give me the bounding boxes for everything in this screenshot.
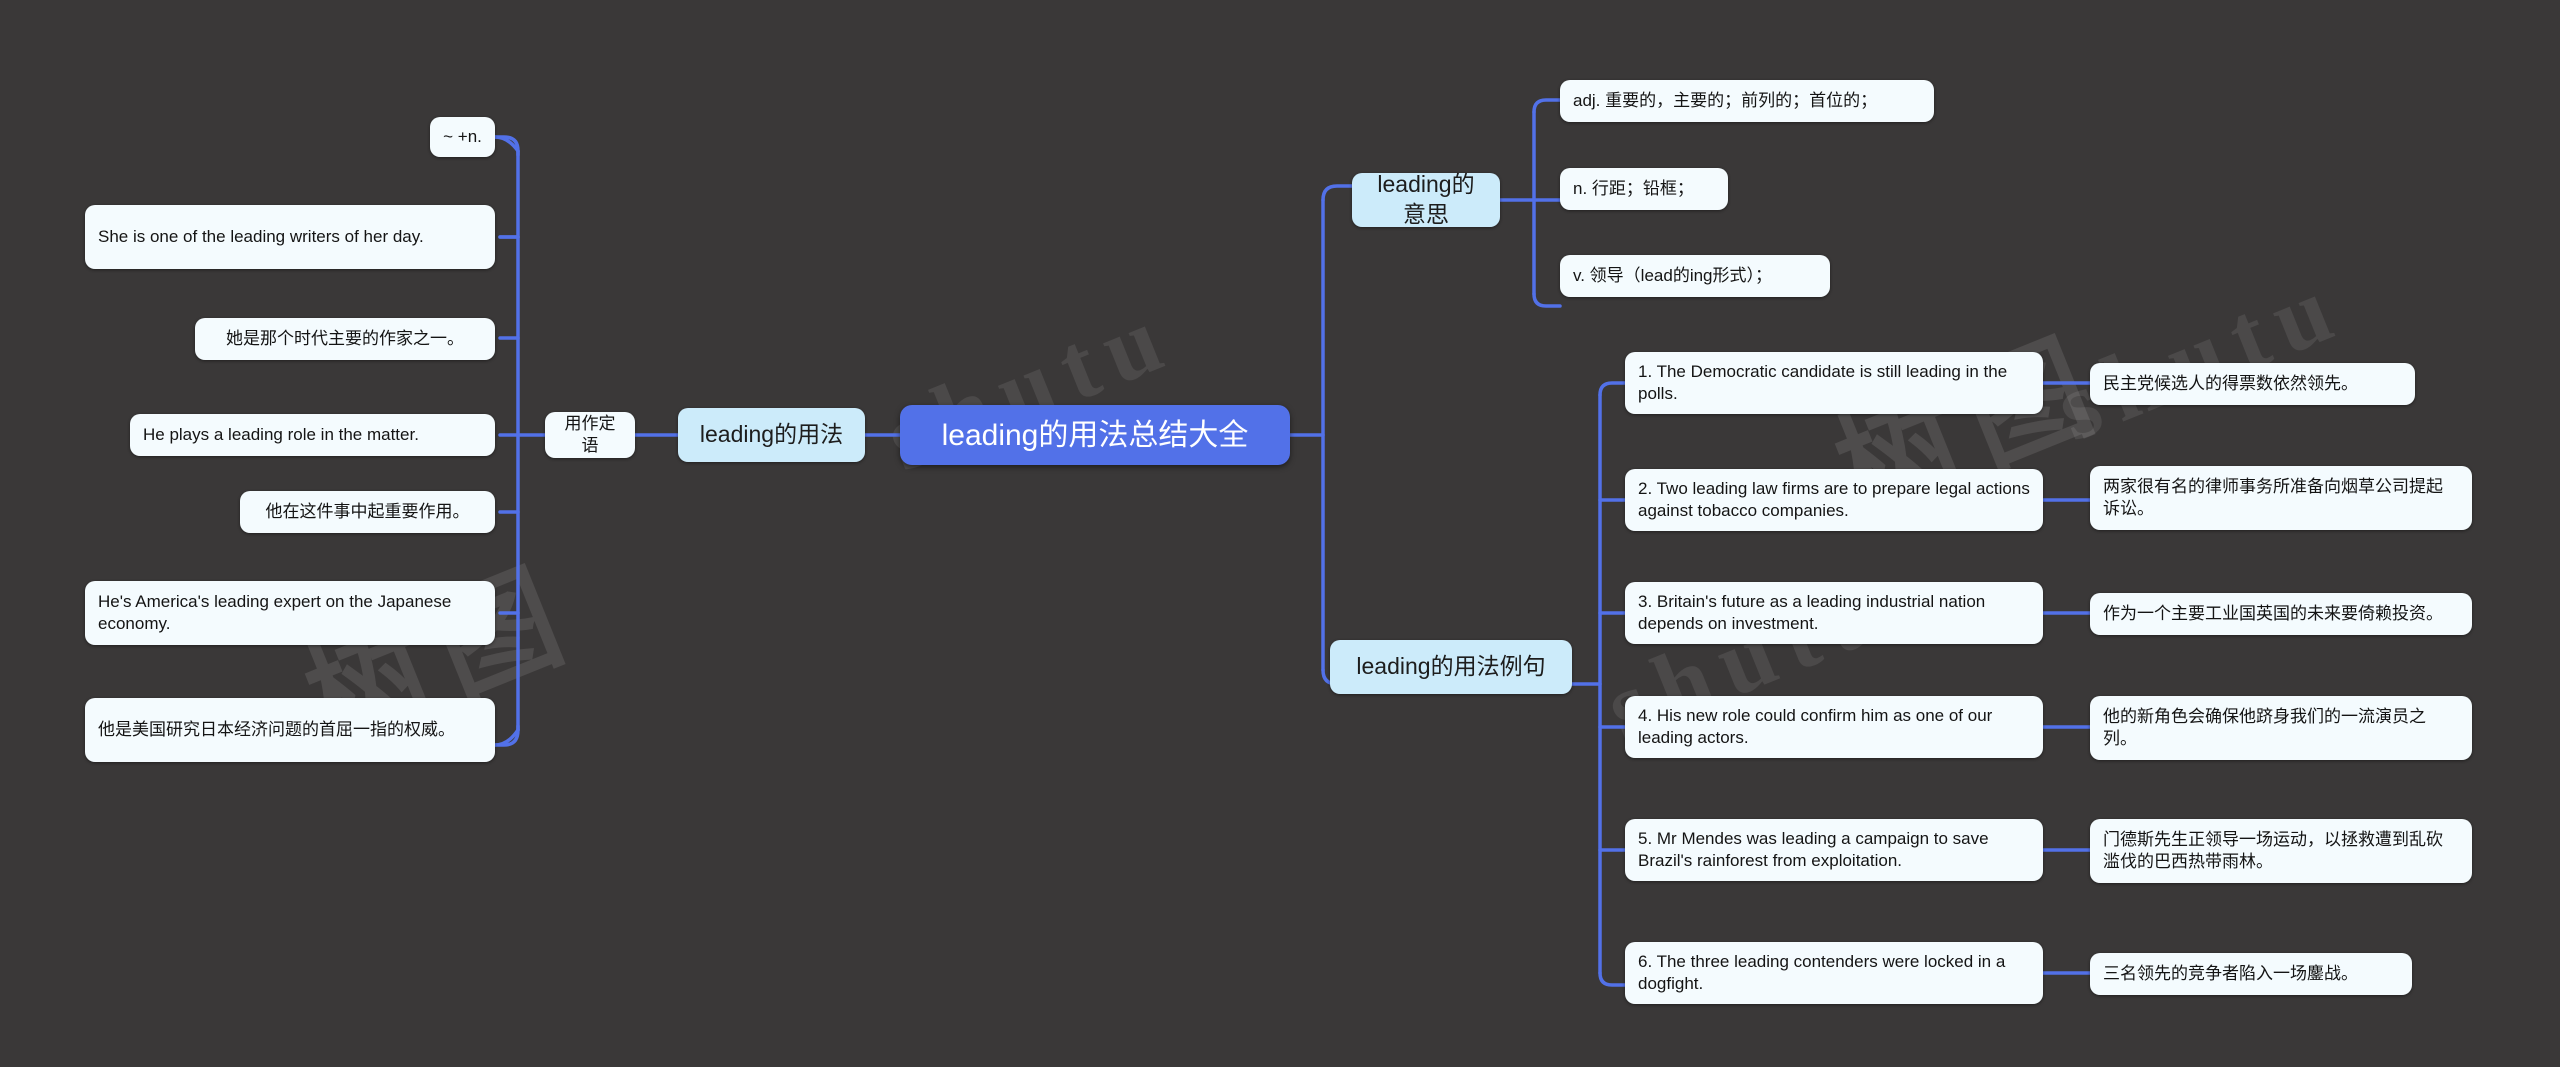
leaf-usage-0[interactable]: ~ +n. bbox=[430, 117, 495, 157]
branch-meaning-label: leading的意思 bbox=[1377, 171, 1475, 227]
example-en-3[interactable]: 4. His new role could confirm him as one… bbox=[1625, 696, 2043, 758]
leaf-usage-1[interactable]: She is one of the leading writers of her… bbox=[85, 205, 495, 269]
example-en-2[interactable]: 3. Britain's future as a leading industr… bbox=[1625, 582, 2043, 644]
example-en-4-label: 5. Mr Mendes was leading a campaign to s… bbox=[1638, 828, 1989, 870]
example-en-2-label: 3. Britain's future as a leading industr… bbox=[1638, 591, 1986, 633]
leaf-meaning-2-label: v. 领导（lead的ing形式）； bbox=[1573, 265, 1773, 285]
example-en-3-label: 4. His new role could confirm him as one… bbox=[1638, 705, 1993, 747]
example-en-1[interactable]: 2. Two leading law firms are to prepare … bbox=[1625, 469, 2043, 531]
leaf-usage-5[interactable]: He's America's leading expert on the Jap… bbox=[85, 581, 495, 645]
leaf-meaning-1-label: n. 行距；铅框； bbox=[1573, 178, 1694, 198]
leaf-meaning-0-label: adj. 重要的，主要的；前列的；首位的； bbox=[1573, 90, 1878, 110]
leaf-usage-1-label: She is one of the leading writers of her… bbox=[98, 226, 424, 246]
branch-meaning[interactable]: leading的意思 bbox=[1352, 171, 1500, 227]
example-cn-3[interactable]: 他的新角色会确保他跻身我们的一流演员之列。 bbox=[2090, 696, 2472, 760]
example-cn-1-label: 两家很有名的律师事务所准备向烟草公司提起诉讼。 bbox=[2103, 476, 2443, 518]
leaf-usage-2[interactable]: 她是那个时代主要的作家之一。 bbox=[195, 318, 495, 360]
leaf-usage-2-label: 她是那个时代主要的作家之一。 bbox=[226, 328, 464, 348]
example-cn-0[interactable]: 民主党候选人的得票数依然领先。 bbox=[2090, 363, 2415, 405]
leaf-usage-3-label: He plays a leading role in the matter. bbox=[143, 424, 419, 444]
leaf-usage-4[interactable]: 他在这件事中起重要作用。 bbox=[240, 491, 495, 533]
branch-examples-label: leading的用法例句 bbox=[1356, 653, 1546, 680]
root-label: leading的用法总结大全 bbox=[941, 418, 1249, 452]
example-cn-4[interactable]: 门德斯先生正领导一场运动，以拯救遭到乱砍滥伐的巴西热带雨林。 bbox=[2090, 819, 2472, 883]
example-cn-0-label: 民主党候选人的得票数依然领先。 bbox=[2103, 373, 2358, 393]
leaf-usage-6-label: 他是美国研究日本经济问题的首屈一指的权威。 bbox=[98, 719, 455, 739]
example-cn-2-label: 作为一个主要工业国英国的未来要倚赖投资。 bbox=[2103, 603, 2443, 623]
branch-examples[interactable]: leading的用法例句 bbox=[1330, 640, 1572, 694]
example-cn-2[interactable]: 作为一个主要工业国英国的未来要倚赖投资。 bbox=[2090, 593, 2472, 635]
example-en-5[interactable]: 6. The three leading contenders were loc… bbox=[1625, 942, 2043, 1004]
leaf-usage-4-label: 他在这件事中起重要作用。 bbox=[265, 501, 470, 521]
example-cn-4-label: 门德斯先生正领导一场运动，以拯救遭到乱砍滥伐的巴西热带雨林。 bbox=[2103, 829, 2443, 871]
root-node[interactable]: leading的用法总结大全 bbox=[900, 405, 1290, 465]
leaf-usage-6[interactable]: 他是美国研究日本经济问题的首屈一指的权威。 bbox=[85, 698, 495, 762]
branch-usage[interactable]: leading的用法 bbox=[678, 408, 865, 462]
branch-usage-label: leading的用法 bbox=[699, 421, 844, 448]
leaf-meaning-2[interactable]: v. 领导（lead的ing形式）； bbox=[1560, 255, 1830, 297]
example-cn-5[interactable]: 三名领先的竞争者陷入一场鏖战。 bbox=[2090, 953, 2412, 995]
node-attributive-use[interactable]: 用作定语 bbox=[545, 412, 635, 458]
example-en-4[interactable]: 5. Mr Mendes was leading a campaign to s… bbox=[1625, 819, 2043, 881]
leaf-meaning-0[interactable]: adj. 重要的，主要的；前列的；首位的； bbox=[1560, 80, 1934, 122]
node-attributive-use-label: 用作定语 bbox=[564, 413, 616, 455]
example-cn-1[interactable]: 两家很有名的律师事务所准备向烟草公司提起诉讼。 bbox=[2090, 466, 2472, 530]
mindmap-canvas: 树图 shutu 树图 shutu shutu leading的用法总结大全 l… bbox=[0, 0, 2560, 1067]
example-en-1-label: 2. Two leading law firms are to prepare … bbox=[1638, 478, 2030, 520]
example-en-0[interactable]: 1. The Democratic candidate is still lea… bbox=[1625, 352, 2043, 414]
example-en-5-label: 6. The three leading contenders were loc… bbox=[1638, 951, 2006, 993]
leaf-usage-5-label: He's America's leading expert on the Jap… bbox=[98, 591, 452, 633]
example-en-0-label: 1. The Democratic candidate is still lea… bbox=[1638, 361, 2008, 403]
example-cn-3-label: 他的新角色会确保他跻身我们的一流演员之列。 bbox=[2103, 706, 2426, 748]
connector-lines bbox=[493, 98, 2092, 987]
watermark-4: shutu bbox=[2040, 249, 2359, 462]
example-cn-5-label: 三名领先的竞争者陷入一场鏖战。 bbox=[2103, 963, 2358, 983]
leaf-usage-3[interactable]: He plays a leading role in the matter. bbox=[130, 414, 495, 456]
leaf-usage-0-label: ~ +n. bbox=[443, 126, 482, 146]
leaf-meaning-1[interactable]: n. 行距；铅框； bbox=[1560, 168, 1728, 210]
